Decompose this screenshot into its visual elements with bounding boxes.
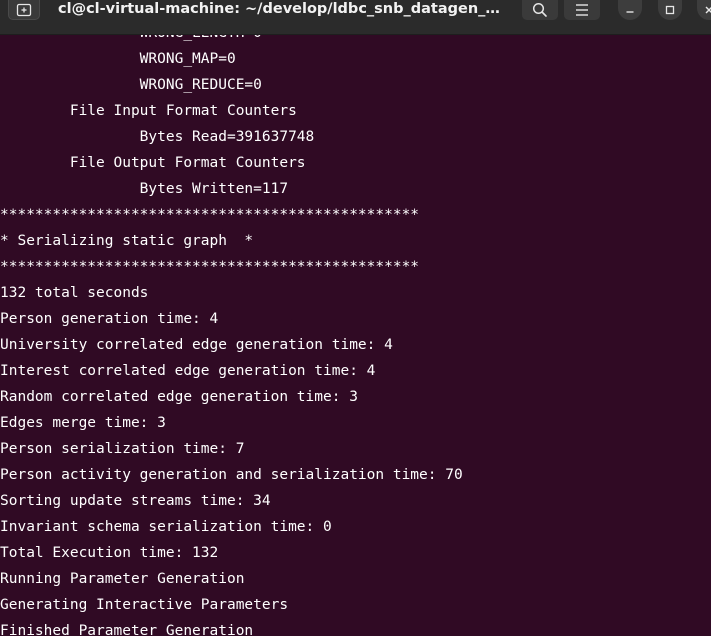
- terminal-line: WRONG_REDUCE=0: [0, 77, 262, 93]
- terminal-output-area[interactable]: WRONG_LENGTH=0 WRONG_MAP=0 WRONG_REDUCE=…: [0, 20, 711, 636]
- terminal-line: Generating Interactive Parameters: [0, 597, 289, 613]
- close-button[interactable]: [697, 0, 711, 20]
- minimize-button[interactable]: [618, 0, 642, 20]
- title-bar: cl@cl-virtual-machine: ~/develop/ldbc_sn…: [0, 0, 711, 35]
- terminal-line: Total Execution time: 132: [0, 545, 219, 561]
- terminal-line: Edges merge time: 3: [0, 415, 166, 431]
- new-tab-button[interactable]: [8, 0, 40, 20]
- minimize-icon: [626, 11, 634, 13]
- new-tab-icon: [16, 3, 32, 16]
- close-icon: [705, 6, 711, 14]
- hamburger-menu-icon: [576, 4, 588, 16]
- terminal-line: Running Parameter Generation: [0, 571, 245, 587]
- terminal-line: Bytes Read=391637748: [0, 129, 315, 145]
- terminal-line: Finished Parameter Generation: [0, 623, 254, 636]
- terminal-line: Bytes Written=117: [0, 181, 289, 197]
- terminal-line: WRONG_MAP=0: [0, 51, 236, 67]
- terminal-line: Invariant schema serialization time: 0: [0, 519, 332, 535]
- search-icon: [532, 2, 547, 17]
- terminal-line: Person generation time: 4: [0, 311, 219, 327]
- search-button[interactable]: [522, 0, 558, 20]
- terminal-line: Sorting update streams time: 34: [0, 493, 271, 509]
- terminal-line: File Output Format Counters: [0, 155, 315, 171]
- terminal-line: 132 total seconds: [0, 285, 149, 301]
- terminal-line: University correlated edge generation ti…: [0, 337, 393, 353]
- menu-button[interactable]: [564, 0, 600, 20]
- terminal-line: Person serialization time: 7: [0, 441, 245, 457]
- terminal-line: File Input Format Counters: [0, 103, 306, 119]
- terminal-line: ****************************************…: [0, 259, 420, 275]
- window-title: cl@cl-virtual-machine: ~/develop/ldbc_sn…: [58, 1, 506, 17]
- terminal-line: Person activity generation and serializa…: [0, 467, 463, 483]
- terminal-line: Random correlated edge generation time: …: [0, 389, 358, 405]
- terminal-line: ****************************************…: [0, 207, 420, 223]
- maximize-icon: [665, 5, 675, 15]
- terminal-line: Interest correlated edge generation time…: [0, 363, 376, 379]
- maximize-button[interactable]: [658, 0, 682, 20]
- terminal-window: WRONG_LENGTH=0 WRONG_MAP=0 WRONG_REDUCE=…: [0, 0, 711, 636]
- terminal-output: WRONG_LENGTH=0 WRONG_MAP=0 WRONG_REDUCE=…: [0, 20, 463, 636]
- terminal-line: * Serializing static graph *: [0, 233, 254, 249]
